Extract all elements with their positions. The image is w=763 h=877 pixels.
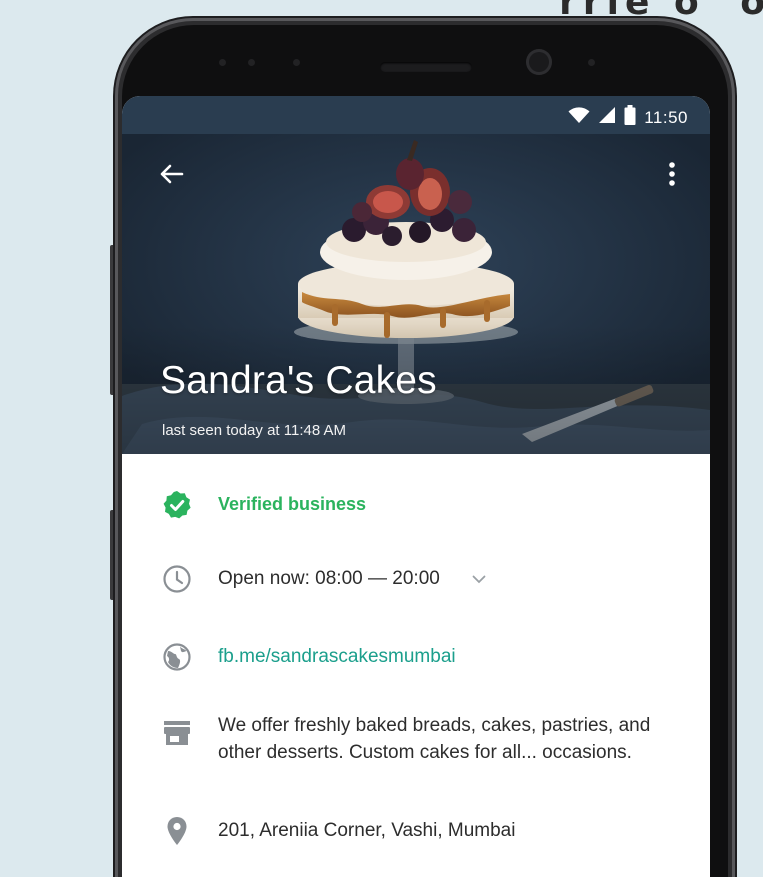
chevron-down-icon[interactable] <box>472 565 486 592</box>
iris-sensor <box>248 59 255 66</box>
more-vert-icon <box>668 161 676 192</box>
description-line-2: other desserts. Custom cakes for all... … <box>218 742 632 763</box>
last-seen-status: last seen today at 11:48 AM <box>162 422 347 439</box>
header-photo: Sandra's Cakes last seen today at 11:48 … <box>122 134 710 454</box>
description-line-1: We offer freshly baked breads, cakes, pa… <box>218 715 651 736</box>
light-sensor <box>293 59 300 66</box>
status-time: 11:50 <box>644 107 688 127</box>
wifi-icon <box>568 106 590 129</box>
status-bar: 11:50 <box>122 96 710 134</box>
signal-icon <box>598 106 616 129</box>
opening-hours-label: Open now: 08:00 — 20:00 <box>218 568 440 589</box>
location-pin-icon <box>160 814 194 848</box>
more-options-button[interactable] <box>652 156 692 196</box>
business-description: We offer freshly baked breads, cakes, pa… <box>218 712 650 766</box>
address-text: 201, Areniia Corner, Vashi, Mumbai <box>218 820 516 841</box>
business-name: Sandra's Cakes <box>160 359 437 402</box>
screen: 11:50 Sandra's Cakes last seen today at … <box>122 96 710 877</box>
front-camera <box>526 49 552 75</box>
verified-business-label: Verified business <box>218 494 367 514</box>
opening-hours-text: Open now: 08:00 — 20:00 <box>218 565 486 592</box>
camera-sensor <box>588 59 595 66</box>
earpiece-speaker <box>380 62 472 72</box>
website-link[interactable]: fb.me/sandrascakesmumbai <box>218 643 456 670</box>
store-icon <box>160 716 194 750</box>
clock-icon <box>160 562 194 596</box>
status-icons: 11:50 <box>568 105 688 130</box>
back-button[interactable] <box>152 156 192 196</box>
proximity-sensor <box>219 59 226 66</box>
globe-icon <box>160 640 194 674</box>
verified-badge-icon <box>160 488 194 522</box>
battery-icon <box>624 105 636 130</box>
scene: rrie o' o 11:50 Sandra's Cakes last seen… <box>0 0 763 877</box>
arrow-left-icon <box>160 164 184 189</box>
